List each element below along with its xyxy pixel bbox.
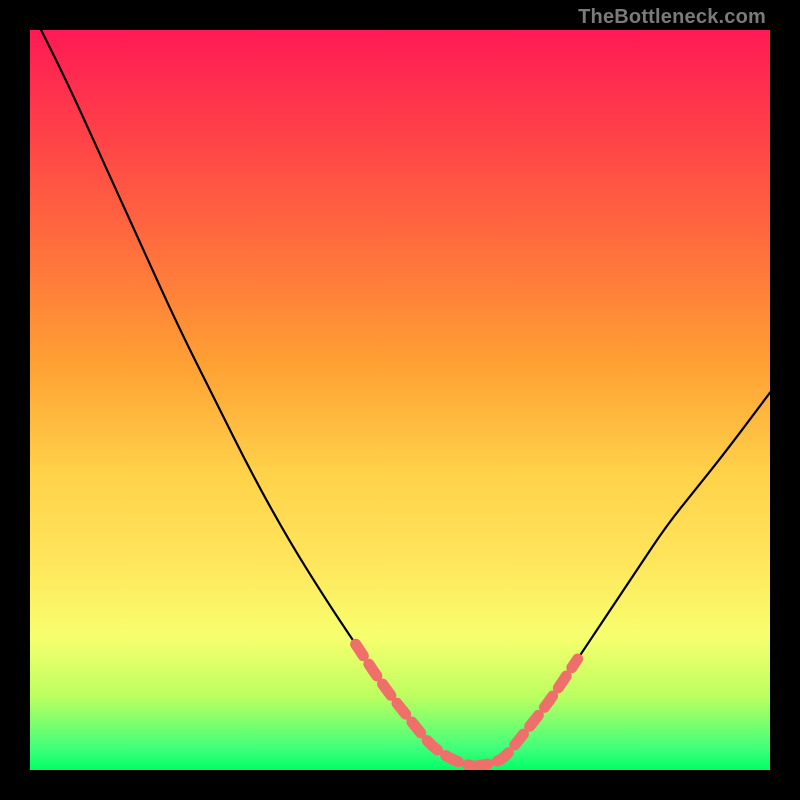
chart-stage: TheBottleneck.com: [0, 0, 800, 800]
highlight-segment-left: [356, 644, 474, 766]
main-curve: [30, 30, 770, 766]
curve-layer: [30, 30, 770, 770]
watermark-text: TheBottleneck.com: [578, 6, 766, 29]
highlight-segment-right: [474, 659, 578, 766]
plot-area: [30, 30, 770, 770]
